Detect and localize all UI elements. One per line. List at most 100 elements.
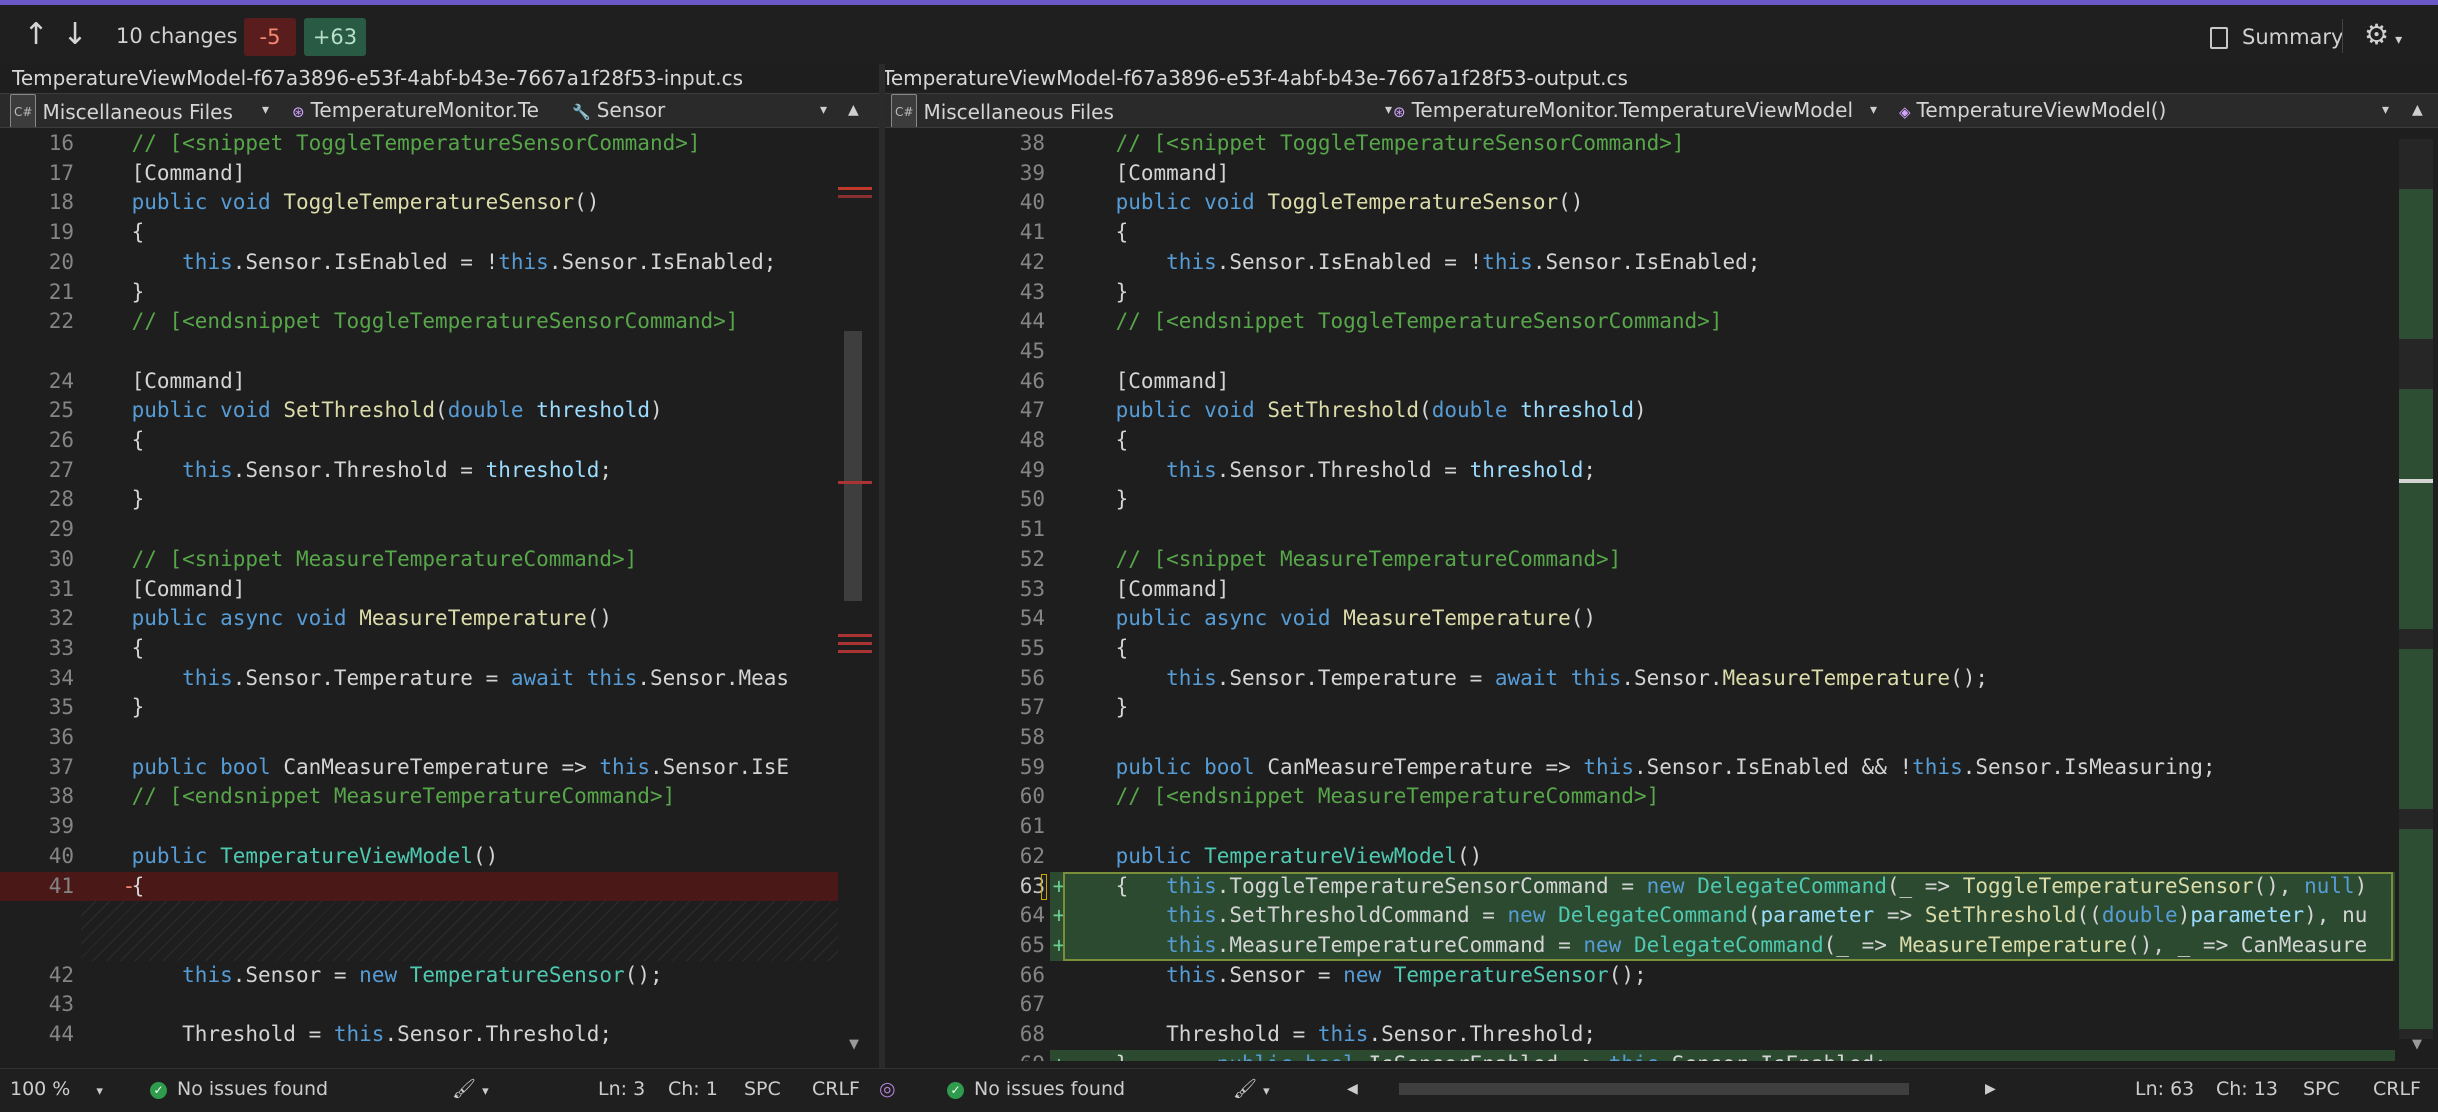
code-line[interactable]: 60 // [<endsnippet MeasureTemperatureCom…	[885, 782, 2395, 812]
code-line[interactable]: 56 this.Sensor.Temperature = await this.…	[885, 664, 2395, 694]
code-line[interactable]: 32 public async void MeasureTemperature(…	[0, 604, 838, 634]
code-line[interactable]: 35 }	[0, 693, 838, 723]
code-line[interactable]: 53 [Command]	[885, 575, 2395, 605]
removed-lines-badge[interactable]: -5	[244, 18, 296, 56]
code-line[interactable]: 52 // [<snippet MeasureTemperatureComman…	[885, 545, 2395, 575]
code-line[interactable]: 54 public async void MeasureTemperature(…	[885, 604, 2395, 634]
right-project-dropdown[interactable]: C# Miscellaneous Files	[885, 94, 1385, 127]
right-line-indicator[interactable]: Ln: 63	[2135, 1069, 2194, 1109]
right-vertical-scrollbar[interactable]: ▼	[2395, 129, 2438, 1061]
code-line[interactable]: 51	[885, 515, 2395, 545]
code-line[interactable]: 45	[885, 337, 2395, 367]
code-line[interactable]: 47 public void SetThreshold(double thres…	[885, 396, 2395, 426]
code-line[interactable]: 27 this.Sensor.Threshold = threshold;	[0, 456, 838, 486]
code-line[interactable]: 28 }	[0, 485, 838, 515]
left-project-dropdown[interactable]: C# Miscellaneous Files	[4, 94, 274, 127]
code-line[interactable]: 37 public bool CanMeasureTemperature => …	[0, 753, 838, 783]
left-line-indicator[interactable]: Ln: 3	[598, 1069, 645, 1109]
left-column-indicator[interactable]: Ch: 1	[668, 1069, 718, 1109]
code-line[interactable]: 59 public bool CanMeasureTemperature => …	[885, 753, 2395, 783]
code-line[interactable]: 26 {	[0, 426, 838, 456]
code-line[interactable]: 16 // [<snippet ToggleTemperatureSensorC…	[0, 129, 838, 159]
right-line-ending-indicator[interactable]: CRLF	[2373, 1069, 2421, 1109]
zoom-dropdown[interactable]: 100 % ▾	[10, 1069, 103, 1112]
code-line[interactable]: 44 // [<endsnippet ToggleTemperatureSens…	[885, 307, 2395, 337]
code-line[interactable]: 34 this.Sensor.Temperature = await this.…	[0, 664, 838, 694]
code-line[interactable]: 62 public TemperatureViewModel()	[885, 842, 2395, 872]
right-code-editor[interactable]: 38 // [<snippet ToggleTemperatureSensorC…	[885, 129, 2395, 1061]
right-column-indicator[interactable]: Ch: 13	[2216, 1069, 2278, 1109]
code-line[interactable]: 48 {	[885, 426, 2395, 456]
left-vertical-scrollbar[interactable]: ▼	[838, 129, 879, 1061]
code-line[interactable]: 22 // [<endsnippet ToggleTemperatureSens…	[0, 307, 838, 337]
left-line-ending-indicator[interactable]: CRLF	[812, 1069, 860, 1109]
cleanup-brush-icon[interactable]: 🖌 ▾	[1233, 1069, 1270, 1112]
scroll-right-arrow-icon[interactable]: ▶	[1985, 1069, 1996, 1109]
next-change-arrow-icon[interactable]: ↓	[55, 15, 95, 55]
line-number: 47	[1019, 398, 1045, 423]
code-line[interactable]: 33 {	[0, 634, 838, 664]
code-line[interactable]: 61	[885, 812, 2395, 842]
right-member-dropdown[interactable]: ◈ TemperatureViewModel()	[1893, 94, 2373, 127]
right-whitespace-indicator[interactable]: SPC	[2303, 1069, 2340, 1109]
scroll-down-arrow-icon[interactable]: ▼	[842, 1037, 866, 1052]
code-line[interactable]: 18 public void ToggleTemperatureSensor()	[0, 188, 838, 218]
code-line[interactable]: 44 Threshold = this.Sensor.Threshold;	[0, 1020, 838, 1050]
code-line[interactable]: 30 // [<snippet MeasureTemperatureComman…	[0, 545, 838, 575]
code-line[interactable]: 29	[0, 515, 838, 545]
code-line[interactable]: 31 [Command]	[0, 575, 838, 605]
code-line[interactable]: 20 this.Sensor.IsEnabled = !this.Sensor.…	[0, 248, 838, 278]
code-line[interactable]: 41- {	[0, 871, 838, 902]
left-scroll-thumb[interactable]	[844, 331, 862, 601]
code-line[interactable]: 19 {	[0, 218, 838, 248]
right-issues-indicator[interactable]: ✓ No issues found	[947, 1069, 1125, 1109]
line-number: 35	[48, 695, 74, 720]
right-type-dropdown[interactable]: ⊛ TemperatureMonitor.TemperatureViewModel	[1387, 94, 1877, 127]
added-lines-badge[interactable]: +63	[304, 18, 366, 56]
horizontal-scroll-thumb[interactable]	[1399, 1083, 1909, 1095]
code-line[interactable]: 39	[0, 812, 838, 842]
scroll-down-arrow-icon[interactable]: ▼	[2405, 1037, 2429, 1052]
code-line[interactable]: 55 {	[885, 634, 2395, 664]
code-line[interactable]: 40 public void ToggleTemperatureSensor()	[885, 188, 2395, 218]
scroll-left-arrow-icon[interactable]: ◀	[1347, 1069, 1358, 1109]
code-line[interactable]: 38 // [<endsnippet MeasureTemperatureCom…	[0, 782, 838, 812]
code-line[interactable]: 38 // [<snippet ToggleTemperatureSensorC…	[885, 129, 2395, 159]
code-line[interactable]: 42 this.Sensor.IsEnabled = !this.Sensor.…	[885, 248, 2395, 278]
copilot-icon[interactable]: ◎	[879, 1069, 896, 1109]
code-line[interactable]: 25 public void SetThreshold(double thres…	[0, 396, 838, 426]
line-number: 43	[48, 992, 74, 1017]
settings-gear-icon[interactable]: ⚙ ▾	[2364, 17, 2402, 58]
code-line[interactable]: 66 this.Sensor = new TemperatureSensor()…	[885, 961, 2395, 991]
left-member-dropdown[interactable]: 🔧 Sensor	[566, 94, 826, 127]
left-whitespace-indicator[interactable]: SPC	[744, 1069, 781, 1109]
scroll-up-arrow-icon[interactable]: ▲	[848, 94, 859, 127]
left-issues-indicator[interactable]: ✓ No issues found	[150, 1069, 328, 1109]
code-line[interactable]: 69+ } public bool IsSensorEnabled => thi…	[885, 1049, 2395, 1061]
code-line[interactable]: 41 {	[885, 218, 2395, 248]
code-line[interactable]: 42 this.Sensor = new TemperatureSensor()…	[0, 961, 838, 991]
code-line[interactable]	[0, 337, 838, 367]
code-line[interactable]: 43 }	[885, 278, 2395, 308]
change-marker	[838, 634, 872, 637]
code-line[interactable]: 67	[885, 990, 2395, 1020]
code-line[interactable]: 46 [Command]	[885, 367, 2395, 397]
code-line[interactable]: 68 Threshold = this.Sensor.Threshold;	[885, 1020, 2395, 1050]
code-line[interactable]: 49 this.Sensor.Threshold = threshold;	[885, 456, 2395, 486]
summary-button[interactable]: Summary	[2210, 19, 2343, 55]
code-line[interactable]: 36	[0, 723, 838, 753]
left-code-editor[interactable]: 16 // [<snippet ToggleTemperatureSensorC…	[0, 129, 838, 1061]
code-line[interactable]: 58	[885, 723, 2395, 753]
code-line[interactable]: 17 [Command]	[0, 159, 838, 189]
code-line[interactable]: 40 public TemperatureViewModel()	[0, 842, 838, 872]
code-line[interactable]: 21 }	[0, 278, 838, 308]
left-type-dropdown[interactable]: ⊛ TemperatureMonitor.Te	[286, 94, 554, 127]
code-line[interactable]: 50 }	[885, 485, 2395, 515]
cleanup-brush-icon[interactable]: 🖌 ▾	[452, 1069, 489, 1112]
code-line[interactable]: 24 [Command]	[0, 367, 838, 397]
code-line[interactable]: 39 [Command]	[885, 159, 2395, 189]
code-line[interactable]: 57 }	[885, 693, 2395, 723]
code-line[interactable]: 43	[0, 990, 838, 1020]
previous-change-arrow-icon[interactable]: ↑	[16, 15, 56, 55]
scroll-up-arrow-icon[interactable]: ▲	[2412, 94, 2423, 127]
